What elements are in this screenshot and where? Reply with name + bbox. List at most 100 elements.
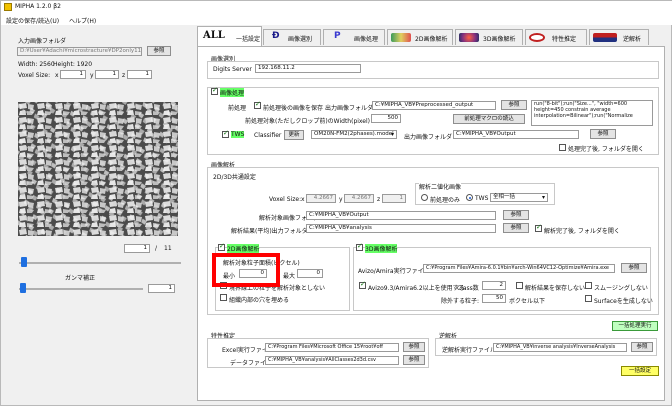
input-browse-button[interactable]: 参照 xyxy=(147,46,171,56)
tws-label: TWS xyxy=(231,131,245,138)
binarize-label: 解析二値化画像 xyxy=(419,182,462,191)
update-button[interactable]: 更新 xyxy=(284,130,304,140)
tab-image-selection[interactable]: Ɖ 画像選別 xyxy=(263,29,321,45)
smoothing-label: スムージングしない xyxy=(594,285,648,292)
exclude-input[interactable]: 50 xyxy=(482,294,506,303)
analysis-open-checkbox[interactable] xyxy=(535,223,542,232)
data-file-input[interactable]: C:¥MIPHA_VB¥analysis¥AllClasses2d3d.csv xyxy=(265,356,399,365)
processing-checkbox[interactable] xyxy=(211,86,218,95)
tab-label: 一括設定 xyxy=(236,36,261,43)
menu-help[interactable]: ヘルプ(H) xyxy=(69,16,96,25)
macro-textarea[interactable]: run("8-bit");run("Size...", "width=600 h… xyxy=(531,100,653,126)
analysis-vx-label: x xyxy=(301,196,305,203)
gamma-slider-thumb[interactable] xyxy=(19,283,26,293)
tab-all-settings[interactable]: ALL 一括設定 xyxy=(197,26,262,46)
run-all-button[interactable]: 一括処理実行 xyxy=(612,321,658,331)
tab-inverse-analysis[interactable]: 逆解析 xyxy=(589,29,649,45)
max-input[interactable]: 0 xyxy=(297,269,323,278)
avizo-input[interactable]: C:¥Program Files¥Amira-6.0.1¥bin¥arch-Wi… xyxy=(423,264,615,273)
input-folder-label: 入力画像フォルダ xyxy=(18,38,67,45)
no-save-checkbox[interactable] xyxy=(516,282,523,289)
avizo-browse-button[interactable]: 参照 xyxy=(621,263,647,273)
data-browse-button[interactable]: 参照 xyxy=(403,355,425,365)
server-label: Digits Server xyxy=(213,66,252,73)
bulk-setting-button[interactable]: 一括設定 xyxy=(621,366,659,376)
radio-tws[interactable] xyxy=(466,194,473,201)
tab-label: 3D画像解析 xyxy=(483,36,516,43)
output-folder-label: 出力画像フォルダ xyxy=(325,105,374,112)
excel-browse-button[interactable]: 参照 xyxy=(403,342,425,352)
target-folder-input[interactable]: C:¥MIPHA_VB¥Output xyxy=(306,211,496,220)
voxel-size-label: Voxel Size: xyxy=(18,72,51,79)
tab-image-processing[interactable]: P 画像処理 xyxy=(323,29,385,45)
result-folder-input[interactable]: C:¥MIPHA_VB¥analysis xyxy=(306,224,496,233)
no-save-label: 解析結果を保存しない xyxy=(525,285,586,292)
output-browse-button[interactable]: 参照 xyxy=(501,100,527,110)
inverse-browse-button[interactable]: 参照 xyxy=(631,342,653,352)
voxel-x-label: x xyxy=(55,72,59,79)
result-browse-button[interactable]: 参照 xyxy=(503,223,529,233)
tab-2d-analysis[interactable]: 2D画像解析 xyxy=(387,29,453,45)
menu-settings[interactable]: 設定の保存/読込(U) xyxy=(6,16,59,25)
prediction-icon xyxy=(529,33,545,42)
voxel-z-input[interactable]: 1 xyxy=(127,70,152,79)
tws-output-input[interactable]: C:¥MIPHA_VB¥Output xyxy=(453,130,579,139)
tab-label: 2D画像解析 xyxy=(415,36,448,43)
tab-property-prediction[interactable]: 特性推定 xyxy=(525,29,587,45)
three-d-checkbox[interactable] xyxy=(356,242,363,251)
output-folder-input[interactable]: C:¥MIPHA_VB¥Preprocessed_output xyxy=(372,101,496,110)
two-d-checkbox[interactable] xyxy=(218,242,225,251)
tab-label: 画像処理 xyxy=(354,36,379,43)
radio-pre-only[interactable] xyxy=(421,194,428,201)
surface-checkbox[interactable] xyxy=(585,295,592,302)
analysis-vx-input[interactable]: 4.2667 xyxy=(306,194,336,203)
p-logo-icon: P xyxy=(334,31,341,41)
voxel-y-label: y xyxy=(90,72,94,79)
width-text: Width: 2560 xyxy=(18,61,55,68)
crop-input[interactable]: 500 xyxy=(371,114,401,123)
surface-label: Surfaceを生成しない xyxy=(594,298,653,305)
analysis-vz-label: z xyxy=(377,196,381,203)
tws-browse-button[interactable]: 参照 xyxy=(590,129,616,139)
avizo-label: Avizo/Amira実行ファイル xyxy=(358,268,430,275)
app-window: MIPHA 1.2.0 β2 設定の保存/読込(U) ヘルプ(H) 入力画像フォ… xyxy=(0,0,672,406)
class-count-input[interactable]: 2 xyxy=(482,281,506,290)
window-title: MIPHA 1.2.0 β2 xyxy=(15,3,61,10)
phase-select[interactable]: 全相一括 xyxy=(490,193,548,202)
analysis-vy-label: y xyxy=(339,196,343,203)
three-d-label: 3D画像解析 xyxy=(365,244,398,253)
analysis-vz-input[interactable]: 1 xyxy=(382,194,406,203)
analysis-open-label: 解析完了後, フォルダを開く xyxy=(544,228,620,235)
analysis-vy-input[interactable]: 4.2667 xyxy=(344,194,374,203)
frame-slider-track[interactable] xyxy=(19,262,181,264)
excel-input[interactable]: C:¥Program Files¥Microsoft Office 15¥roo… xyxy=(265,343,399,352)
two-d-label: 2D画像解析 xyxy=(227,244,260,253)
gamma-slider-track[interactable] xyxy=(19,288,143,290)
class-count-label: Class数 xyxy=(457,285,479,292)
save-pre-checkbox[interactable] xyxy=(254,100,261,109)
tws-checkbox[interactable] xyxy=(222,129,229,138)
avizo-version-checkbox[interactable] xyxy=(359,280,366,289)
fill-holes-label: 組織内部の穴を埋める xyxy=(229,297,290,304)
voxel-y-input[interactable]: 1 xyxy=(95,70,119,79)
frame-slider-thumb[interactable] xyxy=(20,257,27,267)
title-bar: MIPHA 1.2.0 β2 xyxy=(1,1,672,14)
target-browse-button[interactable]: 参照 xyxy=(503,210,529,220)
input-folder-field[interactable]: D:¥User¥Adachi¥microstracture¥DP2only11 xyxy=(17,47,142,56)
tws-output-label: 出力画像フォルダ xyxy=(404,134,453,141)
frame-input[interactable]: 1 xyxy=(124,244,150,253)
macro-load-button[interactable]: 前処理マクロの読込 xyxy=(453,114,525,124)
fill-holes-checkbox[interactable] xyxy=(220,294,227,301)
gamma-input[interactable]: 1 xyxy=(148,284,175,293)
server-input[interactable]: 192.168.11.2 xyxy=(255,64,361,73)
open-folder-label: 処理完了後, フォルダを開く xyxy=(568,146,644,153)
open-folder-checkbox[interactable] xyxy=(559,144,566,151)
classifier-select[interactable]: OM20N-FM2(2phases).model xyxy=(311,130,397,139)
menu-bar: 設定の保存/読込(U) ヘルプ(H) xyxy=(1,14,672,25)
app-icon xyxy=(4,3,12,11)
height-text: Height: 1920 xyxy=(53,61,93,68)
inverse-exe-input[interactable]: C:¥MIPHA_VB¥inverse analysis¥InverseAnal… xyxy=(493,343,627,352)
smoothing-checkbox[interactable] xyxy=(585,282,592,289)
tab-3d-analysis[interactable]: 3D画像解析 xyxy=(455,29,523,45)
voxel-x-input[interactable]: 1 xyxy=(60,70,86,79)
